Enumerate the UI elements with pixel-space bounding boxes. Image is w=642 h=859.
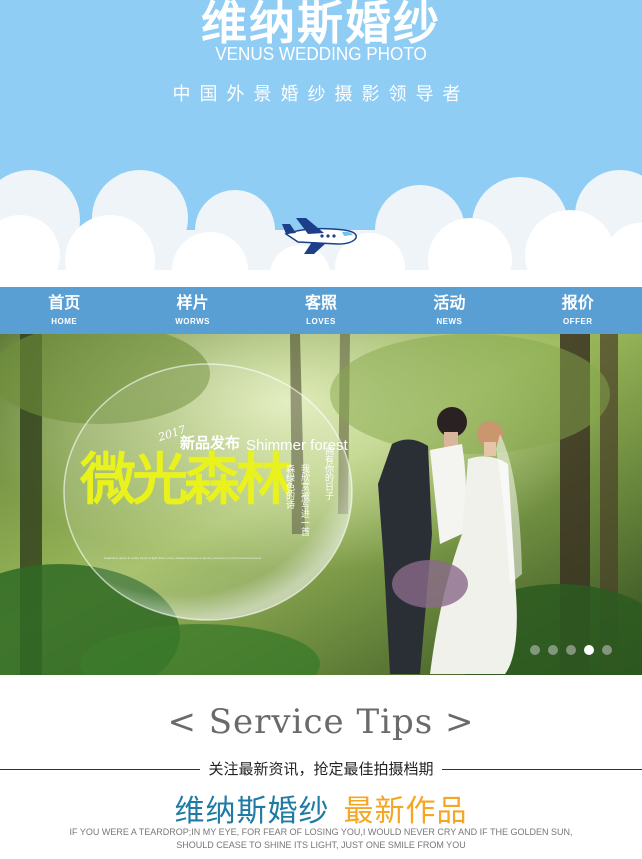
- nav-label: 样片: [176, 293, 209, 312]
- nav-label: 首页: [48, 293, 81, 312]
- service-subtitle-text: 关注最新资讯，抢定最佳拍摄档期: [200, 760, 442, 778]
- banner-small-text: Happiness grows in a fairy forest of lig…: [104, 556, 262, 560]
- works-title: 维纳斯婚纱 最新作品: [0, 786, 642, 830]
- carousel-dot[interactable]: [530, 645, 540, 655]
- banner-poem-1: 森绿色的诗: [284, 464, 294, 509]
- works-new: 最新作品: [343, 794, 468, 829]
- carousel-dot-active[interactable]: [584, 645, 594, 655]
- nav-label-en: LOVES: [306, 317, 336, 326]
- works-brand: 维纳斯婚纱: [174, 794, 330, 829]
- service-tips-title: < Service Tips >: [167, 702, 475, 742]
- nav-label: 活动: [433, 293, 466, 312]
- carousel-dot[interactable]: [602, 645, 612, 655]
- quote-line-2: SHOULD CEASE TO SHINE ITS LIGHT, JUST ON…: [176, 840, 466, 850]
- quote-text: IF YOU WERE A TEARDROP;IN MY EYE, FOR FE…: [0, 826, 642, 852]
- banner-poem-2: 我欣赏被写进一首: [299, 464, 309, 536]
- carousel-dots: [530, 645, 612, 655]
- brand-title: 维纳斯婚纱: [201, 0, 441, 50]
- nav-item-home[interactable]: 首页 HOME: [0, 287, 128, 334]
- nav-label: 客照: [304, 293, 337, 312]
- carousel-dot[interactable]: [548, 645, 558, 655]
- nav-label: 报价: [561, 293, 594, 312]
- nav-label-en: OFFER: [562, 317, 593, 326]
- airplane-icon: [282, 218, 357, 254]
- brand-subtitle: VENUS WEDDING PHOTO: [215, 44, 427, 64]
- nav-label-en: NEWS: [436, 317, 463, 326]
- main-nav: 首页 HOME 样片 WORWS 客照 LOVES 活动 NEWS 报价 OFF…: [0, 287, 642, 334]
- service-subtitle: 关注最新资讯，抢定最佳拍摄档期: [0, 758, 642, 779]
- nav-label-en: WORWS: [175, 317, 210, 326]
- banner-title: 微光森林: [80, 448, 292, 513]
- header-sky: 维纳斯婚纱 VENUS WEDDING PHOTO 中国外景婚纱摄影领导者: [0, 0, 642, 287]
- nav-item-offer[interactable]: 报价 OFFER: [514, 287, 642, 334]
- nav-item-events[interactable]: 活动 NEWS: [385, 287, 513, 334]
- banner-poem-3: 拥有你的日子: [323, 446, 333, 500]
- tagline: 中国外景婚纱摄影领导者: [172, 84, 470, 105]
- nav-label-en: HOME: [51, 317, 78, 326]
- hero-banner[interactable]: 2017 新品发布 Shimmer forest 微光森林 森绿色的诗 我欣赏被…: [0, 334, 642, 675]
- carousel-dot[interactable]: [566, 645, 576, 655]
- nav-item-samples[interactable]: 样片 WORWS: [128, 287, 256, 334]
- quote-line-1: IF YOU WERE A TEARDROP;IN MY EYE, FOR FE…: [69, 827, 573, 837]
- nav-item-client-photos[interactable]: 客照 LOVES: [257, 287, 385, 334]
